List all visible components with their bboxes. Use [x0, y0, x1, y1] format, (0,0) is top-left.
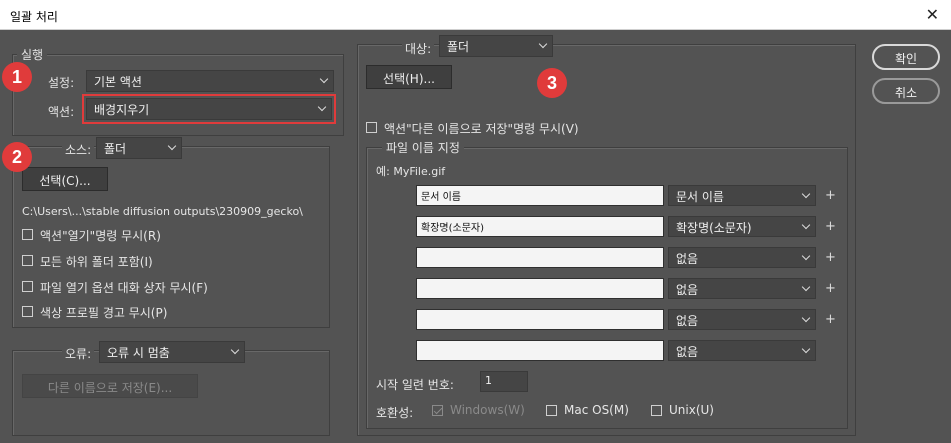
naming-select[interactable]: 없음: [668, 340, 816, 361]
option-checkbox[interactable]: [22, 281, 33, 292]
naming-input[interactable]: 확장명(소문자): [416, 216, 664, 237]
compat-label: 호환성:: [376, 406, 414, 420]
naming-select[interactable]: 없음: [668, 309, 816, 330]
naming-input[interactable]: [416, 309, 664, 330]
override-save-label: 액션"다른 이름으로 저장"명령 무시(V): [384, 122, 579, 136]
set-select-value: 기본 액션: [94, 75, 142, 89]
naming-select[interactable]: 확장명(소문자): [668, 216, 816, 237]
chevron-down-icon: [801, 220, 811, 229]
action-label: 액션:: [48, 105, 75, 119]
override-save-checkbox[interactable]: [366, 122, 377, 133]
source-select-value: 폴더: [104, 142, 127, 156]
file-naming-example: 예: MyFile.gif: [376, 165, 446, 178]
chevron-down-icon: [801, 282, 811, 291]
macos-label: Mac OS(M): [564, 403, 629, 417]
naming-select-value: 문서 이름: [676, 190, 724, 204]
close-icon[interactable]: ✕: [926, 5, 939, 24]
step-marker: 1: [2, 62, 32, 92]
naming-input[interactable]: [416, 340, 664, 361]
chevron-down-icon: [317, 102, 327, 112]
option-label: 액션"열기"명령 무시(R): [40, 229, 161, 243]
option-checkbox[interactable]: [22, 229, 33, 240]
naming-select-value: 없음: [676, 345, 699, 359]
naming-select-value: 없음: [676, 283, 699, 297]
option-checkbox[interactable]: [22, 306, 33, 317]
title-bar: 일괄 처리 ✕: [0, 0, 951, 30]
errors-save-as-button[interactable]: 다른 이름으로 저장(E)...: [22, 374, 198, 398]
add-row-icon[interactable]: +: [825, 312, 836, 327]
ok-button[interactable]: 확인: [872, 44, 940, 70]
chevron-down-icon: [230, 345, 240, 355]
naming-input[interactable]: 문서 이름: [416, 185, 664, 206]
macos-checkbox[interactable]: [546, 405, 557, 416]
unix-checkbox[interactable]: [651, 405, 662, 416]
chevron-down-icon: [801, 251, 811, 260]
source-select[interactable]: 폴더: [96, 137, 182, 159]
option-label: 색상 프로필 경고 무시(P): [40, 306, 168, 320]
file-naming-legend: 파일 이름 지정: [382, 139, 464, 156]
naming-select[interactable]: 없음: [668, 247, 816, 268]
destination-choose-button[interactable]: 선택(H)...: [366, 65, 452, 89]
chevron-down-icon: [319, 74, 329, 84]
set-select[interactable]: 기본 액션: [86, 70, 334, 92]
add-row-icon[interactable]: +: [825, 188, 836, 203]
source-label: 소스:: [62, 141, 95, 158]
windows-checkbox[interactable]: [432, 405, 443, 416]
cancel-button[interactable]: 취소: [872, 78, 940, 104]
naming-select[interactable]: 문서 이름: [668, 185, 816, 206]
option-label: 모든 하위 폴더 포함(I): [40, 255, 153, 269]
play-legend: 실행: [17, 46, 48, 63]
chevron-down-icon: [801, 344, 811, 353]
naming-select[interactable]: 없음: [668, 278, 816, 299]
add-row-icon[interactable]: +: [825, 281, 836, 296]
chevron-down-icon: [538, 39, 548, 49]
source-path: C:\Users\...\stable diffusion outputs\23…: [22, 205, 303, 218]
destination-select-value: 폴더: [447, 40, 470, 54]
step-marker: 3: [537, 68, 567, 98]
add-row-icon[interactable]: +: [825, 250, 836, 265]
chevron-down-icon: [801, 313, 811, 322]
set-label: 설정:: [48, 76, 75, 90]
chevron-down-icon: [167, 141, 177, 151]
serial-label: 시작 일련 번호:: [376, 378, 454, 392]
naming-input[interactable]: [416, 247, 664, 268]
add-row-icon[interactable]: +: [825, 219, 836, 234]
action-select-value: 배경지우기: [94, 103, 150, 117]
step-marker: 2: [2, 142, 32, 172]
naming-select-value: 확장명(소문자): [676, 221, 752, 235]
errors-select-value: 오류 시 멈춤: [107, 346, 170, 360]
serial-input[interactable]: 1: [480, 371, 528, 392]
naming-input[interactable]: [416, 278, 664, 299]
option-checkbox[interactable]: [22, 255, 33, 266]
naming-select-value: 없음: [676, 314, 699, 328]
errors-label: 오류:: [62, 345, 95, 362]
unix-label: Unix(U): [669, 403, 714, 417]
destination-select[interactable]: 폴더: [439, 35, 553, 57]
window-title: 일괄 처리: [10, 10, 58, 24]
destination-label: 대상:: [402, 40, 435, 57]
option-label: 파일 열기 옵션 대화 상자 무시(F): [40, 281, 208, 295]
chevron-down-icon: [801, 189, 811, 198]
windows-label: Windows(W): [450, 403, 525, 417]
action-select[interactable]: 배경지우기: [86, 98, 332, 120]
source-choose-button[interactable]: 선택(C)...: [22, 167, 108, 191]
naming-select-value: 없음: [676, 252, 699, 266]
errors-select[interactable]: 오류 시 멈춤: [99, 341, 245, 363]
